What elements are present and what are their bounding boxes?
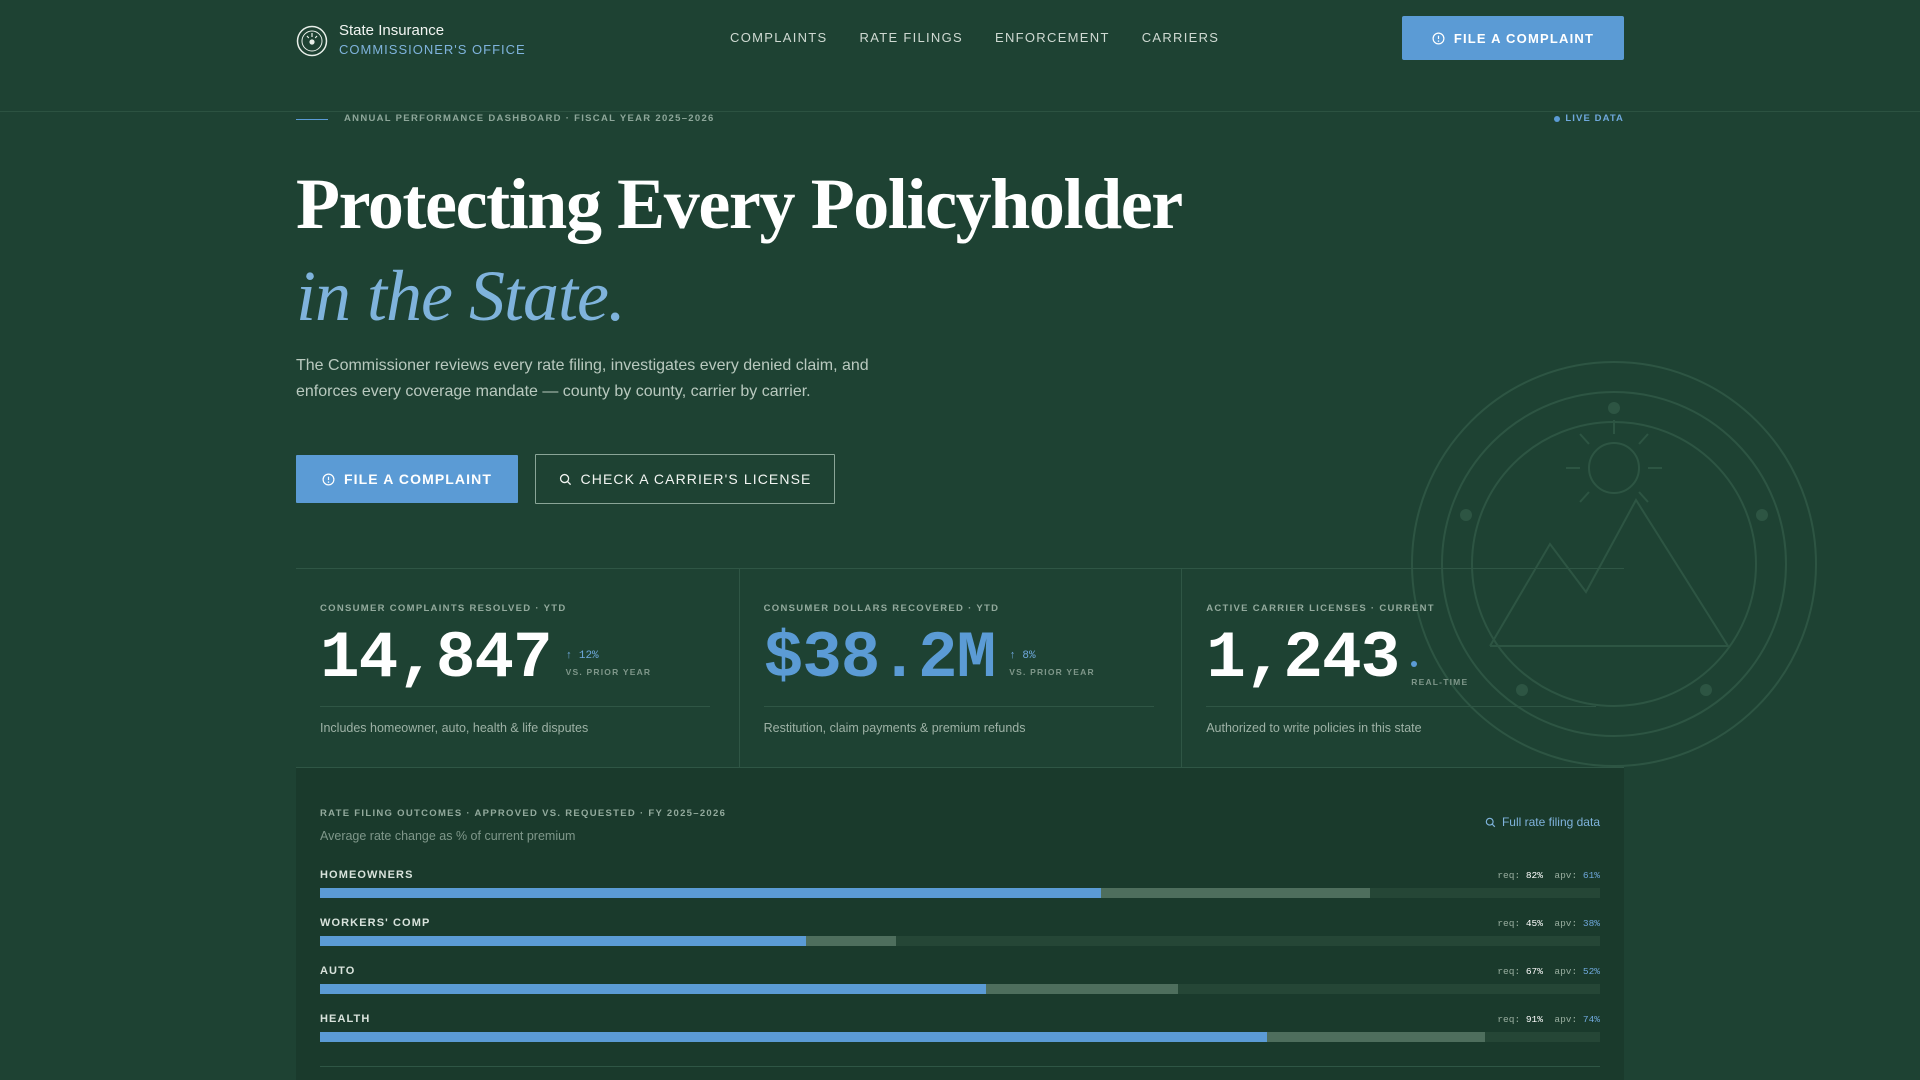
alert-circle-icon	[322, 473, 335, 485]
panel-title: RATE FILING OUTCOMES · APPROVED VS. REQU…	[320, 808, 727, 819]
apv-value: 74%	[1582, 1014, 1600, 1025]
stat-label: ACTIVE CARRIER LICENSES · CURRENT	[1206, 603, 1435, 614]
stat-note: Restitution, claim payments & premium re…	[763, 721, 1026, 735]
apv-prefix: apv:	[1554, 966, 1578, 977]
rate-row-label: AUTO	[320, 965, 356, 977]
nav-link-rate-filings[interactable]: RATE FILINGS	[860, 30, 963, 45]
stat-label: CONSUMER DOLLARS RECOVERED · YTD	[763, 603, 1000, 614]
rate-row-stats: req: 82% apv: 61%	[1497, 870, 1600, 881]
apv-value: 61%	[1582, 870, 1600, 881]
approved-bar	[320, 936, 807, 946]
eyebrow-text: ANNUAL PERFORMANCE DASHBOARD · FISCAL YE…	[344, 113, 715, 124]
rate-row-stats: req: 67% apv: 52%	[1497, 966, 1600, 977]
rate-bar-track	[320, 936, 1600, 946]
nav-links: COMPLAINTS RATE FILINGS ENFORCEMENT CARR…	[730, 30, 1219, 45]
realtime-dot-icon	[1411, 661, 1418, 667]
panel-subtitle: Average rate change as % of current prem…	[320, 829, 576, 843]
rate-row-label: WORKERS' COMP	[320, 917, 431, 929]
brand-subtitle: COMMISSIONER'S OFFICE	[339, 42, 526, 57]
eyebrow: ANNUAL PERFORMANCE DASHBOARD · FISCAL YE…	[296, 112, 1624, 126]
stat-active-licenses: ACTIVE CARRIER LICENSES · CURRENT 1,243 …	[1181, 569, 1624, 767]
stat-delta: ↑ 12%	[565, 650, 599, 662]
rate-row-stats: req: 45% apv: 38%	[1497, 918, 1600, 929]
approved-bar	[320, 1032, 1268, 1042]
req-prefix: req:	[1497, 870, 1521, 881]
rate-bar-track	[320, 888, 1600, 898]
stat-value: $38.2M	[763, 621, 997, 696]
stat-delta-label: VS. PRIOR YEAR	[565, 667, 652, 677]
eyebrow-rule	[296, 119, 328, 120]
nav-link-carriers[interactable]: CARRIERS	[1142, 30, 1220, 45]
req-value: 91%	[1525, 1014, 1543, 1025]
stats-row: CONSUMER COMPLAINTS RESOLVED · YTD 14,84…	[296, 568, 1624, 768]
stat-delta-label: VS. PRIOR YEAR	[1009, 667, 1095, 677]
rate-row-health: HEALTH req: 91% apv: 74%	[320, 1012, 1600, 1060]
rate-row-auto: AUTO req: 67% apv: 52%	[320, 964, 1600, 1012]
stat-label: CONSUMER COMPLAINTS RESOLVED · YTD	[320, 603, 567, 614]
state-seal-icon	[296, 25, 328, 56]
apv-prefix: apv:	[1554, 1014, 1578, 1025]
stat-note: Authorized to write policies in this sta…	[1206, 721, 1422, 735]
hero-description: The Commissioner reviews every rate fili…	[296, 357, 869, 400]
apv-value: 38%	[1582, 918, 1600, 929]
rate-rows: HOMEOWNERS req: 82% apv: 61% WORKERS' CO…	[320, 868, 1600, 1060]
req-value: 45%	[1525, 918, 1543, 929]
live-indicator: LIVE DATA	[1554, 113, 1624, 124]
req-prefix: req:	[1497, 918, 1521, 929]
stat-delta: ↑ 8%	[1009, 650, 1036, 662]
top-nav: State Insurance COMMISSIONER'S OFFICE CO…	[0, 0, 1920, 112]
nav-link-enforcement[interactable]: ENFORCEMENT	[995, 30, 1110, 45]
file-complaint-label: FILE A COMPLAINT	[344, 471, 492, 487]
nav-file-complaint-button[interactable]: FILE A COMPLAINT	[1402, 16, 1624, 60]
nav-cta-label: FILE A COMPLAINT	[1453, 30, 1595, 46]
approved-bar	[320, 888, 1101, 898]
stat-divider	[1206, 706, 1597, 707]
req-prefix: req:	[1497, 966, 1521, 977]
rate-row-label: HOMEOWNERS	[320, 869, 414, 881]
req-value: 67%	[1525, 966, 1543, 977]
stat-divider	[763, 706, 1154, 707]
rate-row-homeowners: HOMEOWNERS req: 82% apv: 61%	[320, 868, 1600, 916]
rate-filing-panel: RATE FILING OUTCOMES · APPROVED VS. REQU…	[296, 768, 1624, 1080]
check-carrier-label: CHECK A CARRIER'S LICENSE	[580, 471, 812, 487]
stat-divider	[320, 706, 710, 707]
req-prefix: req:	[1497, 1014, 1521, 1025]
live-label: LIVE DATA	[1565, 113, 1624, 124]
rate-bar-track	[320, 984, 1600, 994]
nav-link-complaints[interactable]: COMPLAINTS	[730, 30, 828, 45]
rate-row-workers-comp: WORKERS' COMP req: 45% apv: 38%	[320, 916, 1600, 964]
brand[interactable]: State Insurance COMMISSIONER'S OFFICE	[296, 22, 526, 59]
file-complaint-button[interactable]: FILE A COMPLAINT	[296, 455, 518, 503]
page: State Insurance COMMISSIONER'S OFFICE CO…	[0, 0, 1920, 1080]
stat-value: 1,243	[1206, 621, 1400, 696]
stat-value: 14,847	[320, 621, 553, 696]
live-dot-icon	[1554, 115, 1561, 122]
full-rate-filing-label: Full rate filing data	[1501, 815, 1600, 829]
stat-dollars-recovered: CONSUMER DOLLARS RECOVERED · YTD $38.2M …	[738, 569, 1182, 767]
stat-note: Includes homeowner, auto, health & life …	[320, 721, 589, 735]
panel-divider	[320, 1066, 1600, 1067]
approved-bar	[320, 984, 986, 994]
search-icon	[559, 473, 571, 485]
alert-circle-icon	[1432, 32, 1445, 44]
stat-delta-label: REAL-TIME	[1411, 677, 1469, 687]
full-rate-filing-link[interactable]: Full rate filing data	[1485, 815, 1600, 829]
rate-row-stats: req: 91% apv: 74%	[1497, 1014, 1600, 1025]
rate-row-label: HEALTH	[320, 1013, 371, 1025]
search-icon	[1485, 817, 1496, 827]
hero-subtitle: in the State.	[296, 256, 626, 336]
req-value: 82%	[1525, 870, 1543, 881]
stat-complaints-resolved: CONSUMER COMPLAINTS RESOLVED · YTD 14,84…	[296, 569, 739, 767]
apv-value: 52%	[1582, 966, 1600, 977]
apv-prefix: apv:	[1554, 870, 1578, 881]
brand-name: State Insurance	[339, 22, 445, 39]
hero-title: Protecting Every Policyholder	[296, 164, 1183, 244]
apv-prefix: apv:	[1554, 918, 1578, 929]
check-carrier-license-button[interactable]: CHECK A CARRIER'S LICENSE	[535, 454, 835, 504]
rate-bar-track	[320, 1032, 1600, 1042]
